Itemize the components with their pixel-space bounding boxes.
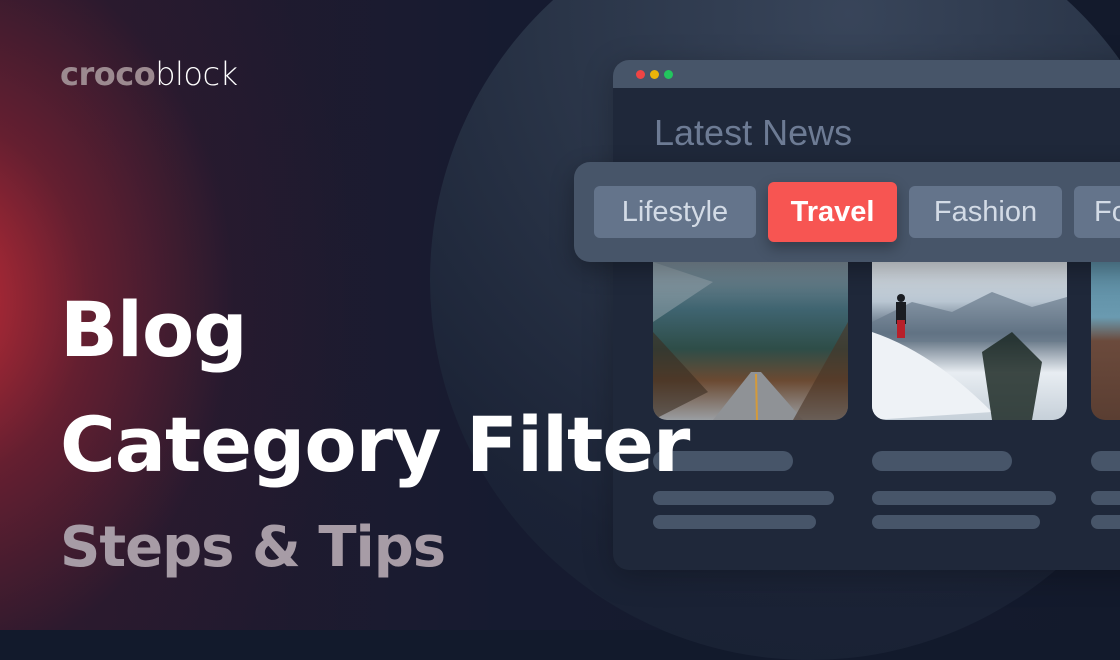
road-photo-icon xyxy=(653,262,848,420)
card-image-snow[interactable] xyxy=(872,262,1067,420)
category-filter-bar: Lifestyle Travel Fashion Fo xyxy=(574,162,1120,262)
section-title: Latest News xyxy=(654,112,853,153)
filter-chip-fashion[interactable]: Fashion xyxy=(909,186,1062,238)
filter-chip-lifestyle[interactable]: Lifestyle xyxy=(594,186,756,238)
headline-line-1: Blog xyxy=(60,285,248,374)
maximize-dot-icon[interactable] xyxy=(664,69,673,79)
logo-part-block: block xyxy=(155,55,238,93)
close-dot-icon[interactable] xyxy=(636,69,645,79)
subtitle: Steps & Tips xyxy=(60,515,446,580)
card-text-skeleton xyxy=(653,515,816,529)
filter-chip-partial[interactable]: Fo xyxy=(1074,186,1120,238)
card-image-road[interactable] xyxy=(653,262,848,420)
card-title-skeleton xyxy=(872,451,1012,471)
card-title-skeleton xyxy=(1091,451,1120,471)
window-titlebar xyxy=(613,60,1120,88)
headline-line-2: Category Filter xyxy=(60,400,690,489)
card-text-skeleton xyxy=(872,491,1056,505)
card-text-skeleton xyxy=(1091,491,1120,505)
card-text-skeleton xyxy=(1091,515,1120,529)
minimize-dot-icon[interactable] xyxy=(650,69,659,79)
crocoblock-logo: crocoblock xyxy=(60,56,238,92)
filter-chip-travel[interactable]: Travel xyxy=(768,182,897,242)
card-text-skeleton xyxy=(653,491,834,505)
card-image-cliff[interactable] xyxy=(1091,262,1120,420)
logo-part-croco: croco xyxy=(60,55,156,93)
card-text-skeleton xyxy=(872,515,1040,529)
snow-photo-icon xyxy=(872,292,1067,420)
